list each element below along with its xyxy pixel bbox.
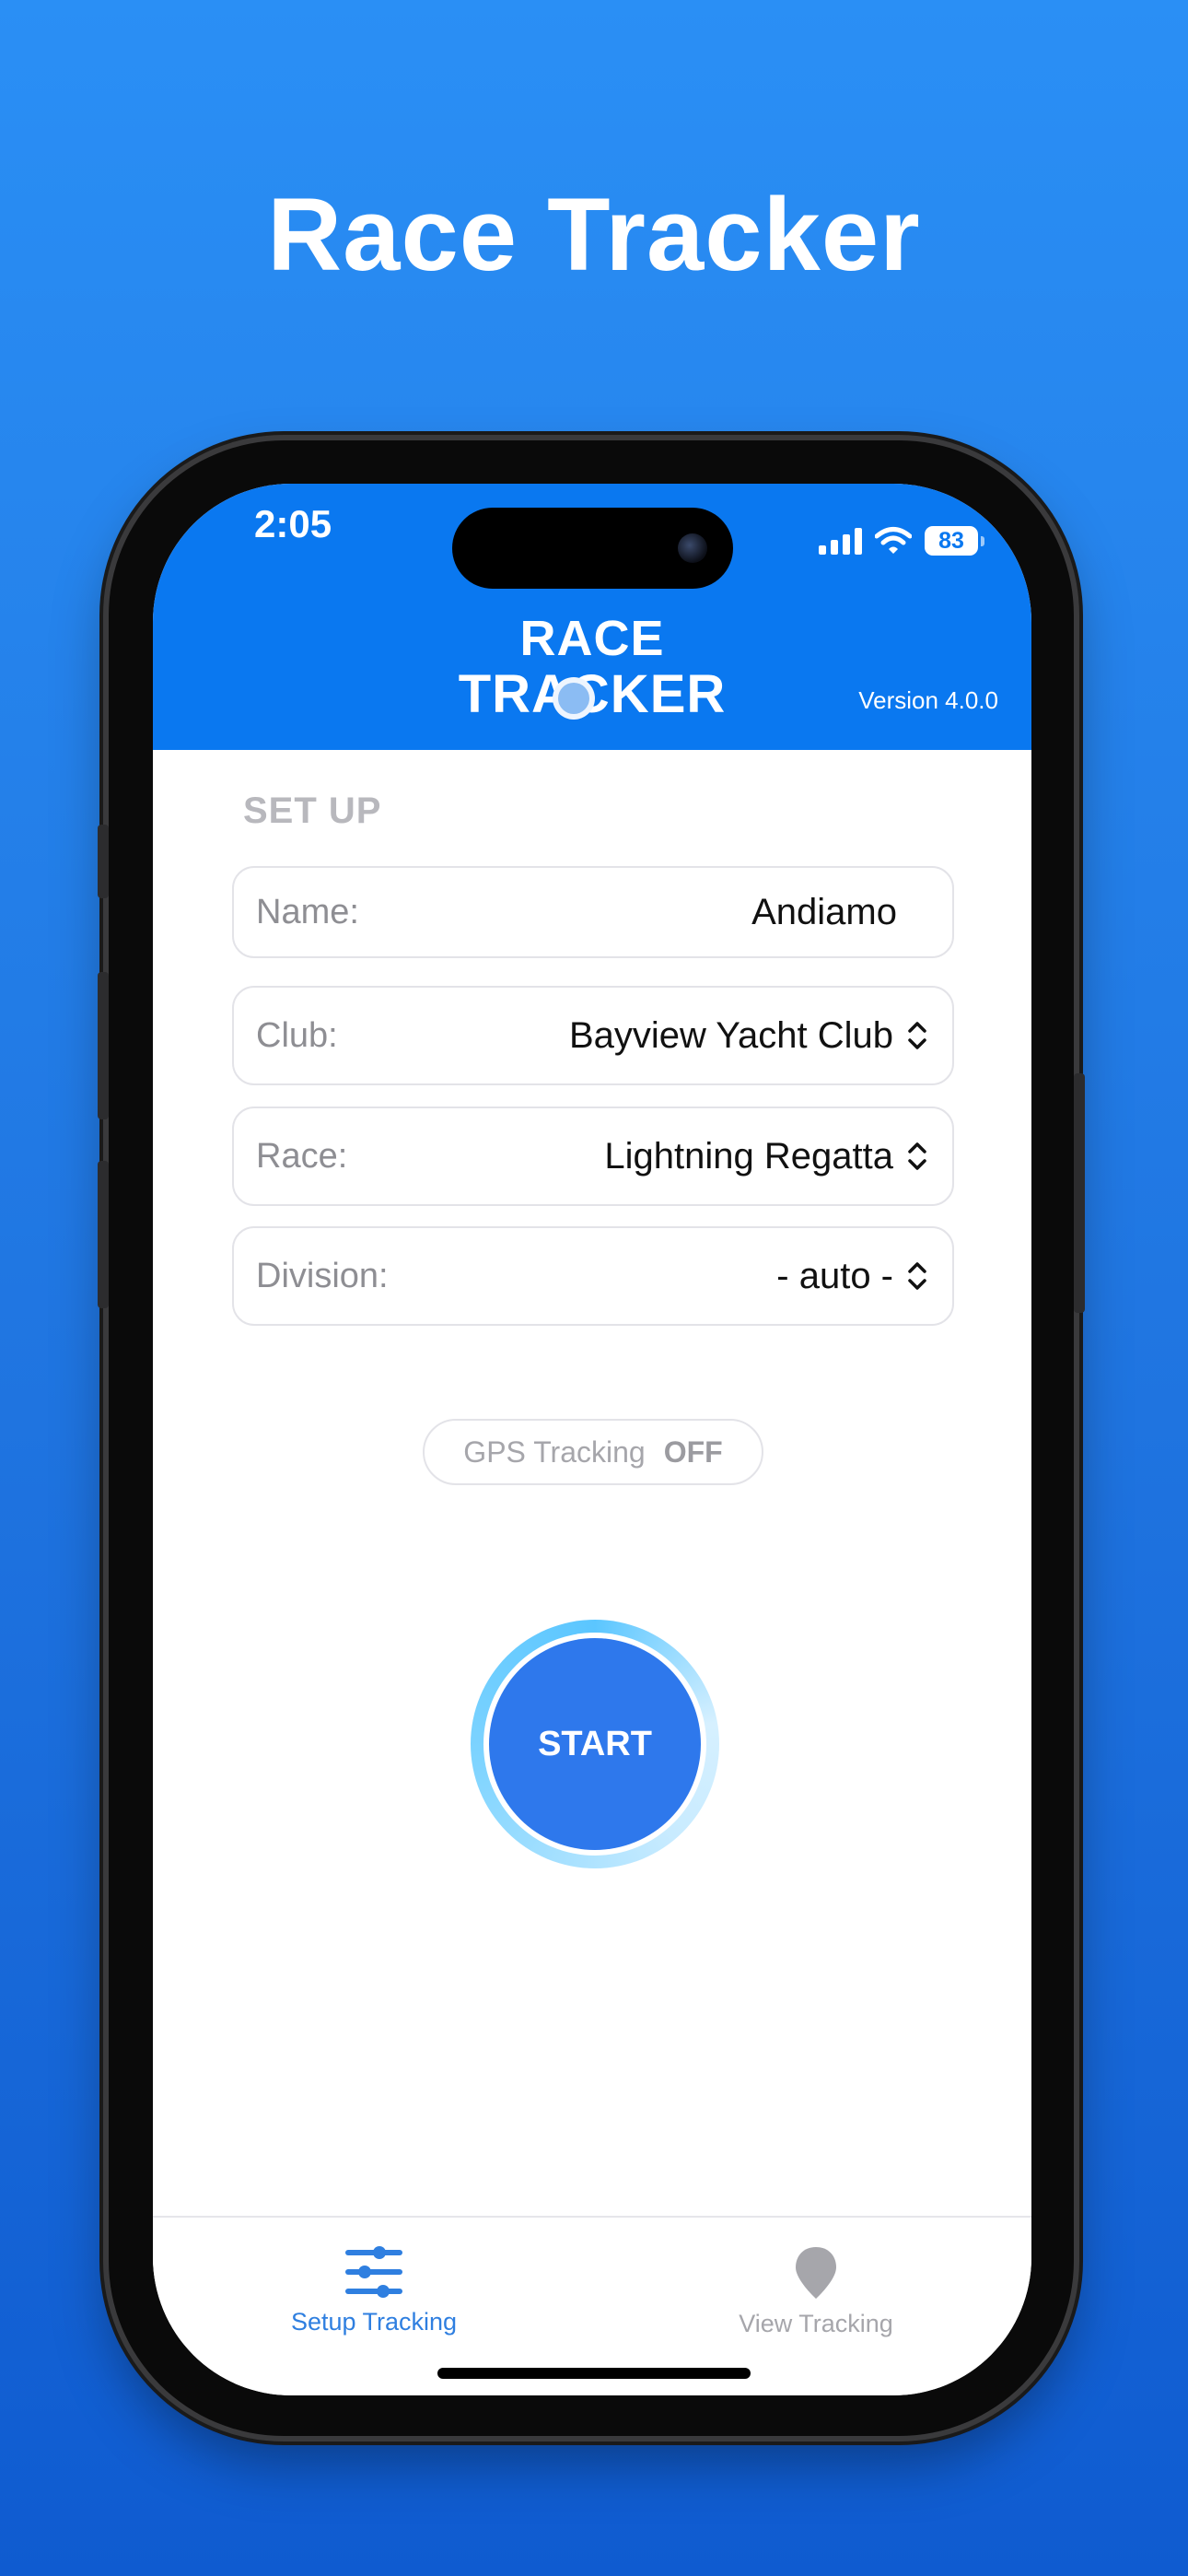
setup-section-title: SET UP xyxy=(243,790,382,831)
tab-view-tracking[interactable]: View Tracking xyxy=(678,2245,954,2338)
phone-volume-up-button xyxy=(98,972,109,1119)
division-picker-value: - auto - xyxy=(776,1255,893,1296)
map-pin-icon xyxy=(796,2247,836,2299)
club-picker-label: Club: xyxy=(256,1015,338,1055)
division-picker-label: Division: xyxy=(256,1256,389,1295)
race-picker-label: Race: xyxy=(256,1136,348,1176)
phone-action-button xyxy=(98,825,109,898)
chevron-up-down-icon xyxy=(908,1022,926,1049)
tab-setup-tracking[interactable]: Setup Tracking xyxy=(236,2245,512,2336)
club-picker[interactable]: Club: Bayview Yacht Club xyxy=(232,986,954,1085)
gps-tracking-label: GPS Tracking xyxy=(463,1434,646,1469)
logo-line1: RACE xyxy=(519,611,665,666)
name-field[interactable]: Name: Andiamo xyxy=(232,866,954,958)
start-progress-ring: START xyxy=(471,1620,719,1868)
gps-tracking-toggle[interactable]: GPS Tracking OFF xyxy=(423,1419,763,1485)
status-icons: 83 xyxy=(819,522,984,559)
club-picker-value: Bayview Yacht Club xyxy=(568,1014,893,1056)
app-screen: 2:05 83 RACE TRACKER Version 4.0.0 SET U… xyxy=(153,484,1031,2395)
cellular-signal-icon xyxy=(819,527,862,555)
battery-icon: 83 xyxy=(925,526,984,556)
app-header: 2:05 83 RACE TRACKER Version 4.0.0 xyxy=(153,484,1031,750)
chevron-up-down-icon xyxy=(908,1142,926,1170)
status-time: 2:05 xyxy=(254,502,332,545)
phone-volume-down-button xyxy=(98,1161,109,1308)
version-label: Version 4.0.0 xyxy=(858,686,998,714)
logo-drop-icon xyxy=(553,677,595,720)
camera-icon xyxy=(678,533,707,563)
phone-power-button xyxy=(1074,1073,1085,1313)
chevron-up-down-icon xyxy=(908,1262,926,1290)
tab-view-tracking-label: View Tracking xyxy=(739,2310,893,2337)
race-picker[interactable]: Race: Lightning Regatta xyxy=(232,1107,954,1206)
tab-setup-tracking-label: Setup Tracking xyxy=(290,2308,458,2336)
name-field-label: Name: xyxy=(256,892,359,931)
start-button[interactable]: START xyxy=(489,1638,701,1850)
name-field-value[interactable]: Andiamo xyxy=(751,892,897,933)
home-indicator[interactable] xyxy=(437,2368,751,2379)
race-picker-value: Lightning Regatta xyxy=(604,1135,893,1177)
hero-title: Race Tracker xyxy=(267,177,921,292)
division-picker[interactable]: Division: - auto - xyxy=(232,1226,954,1326)
gps-tracking-state: OFF xyxy=(663,1434,723,1469)
sliders-icon xyxy=(345,2246,402,2298)
wifi-icon xyxy=(875,527,912,554)
dynamic-island xyxy=(452,508,733,589)
